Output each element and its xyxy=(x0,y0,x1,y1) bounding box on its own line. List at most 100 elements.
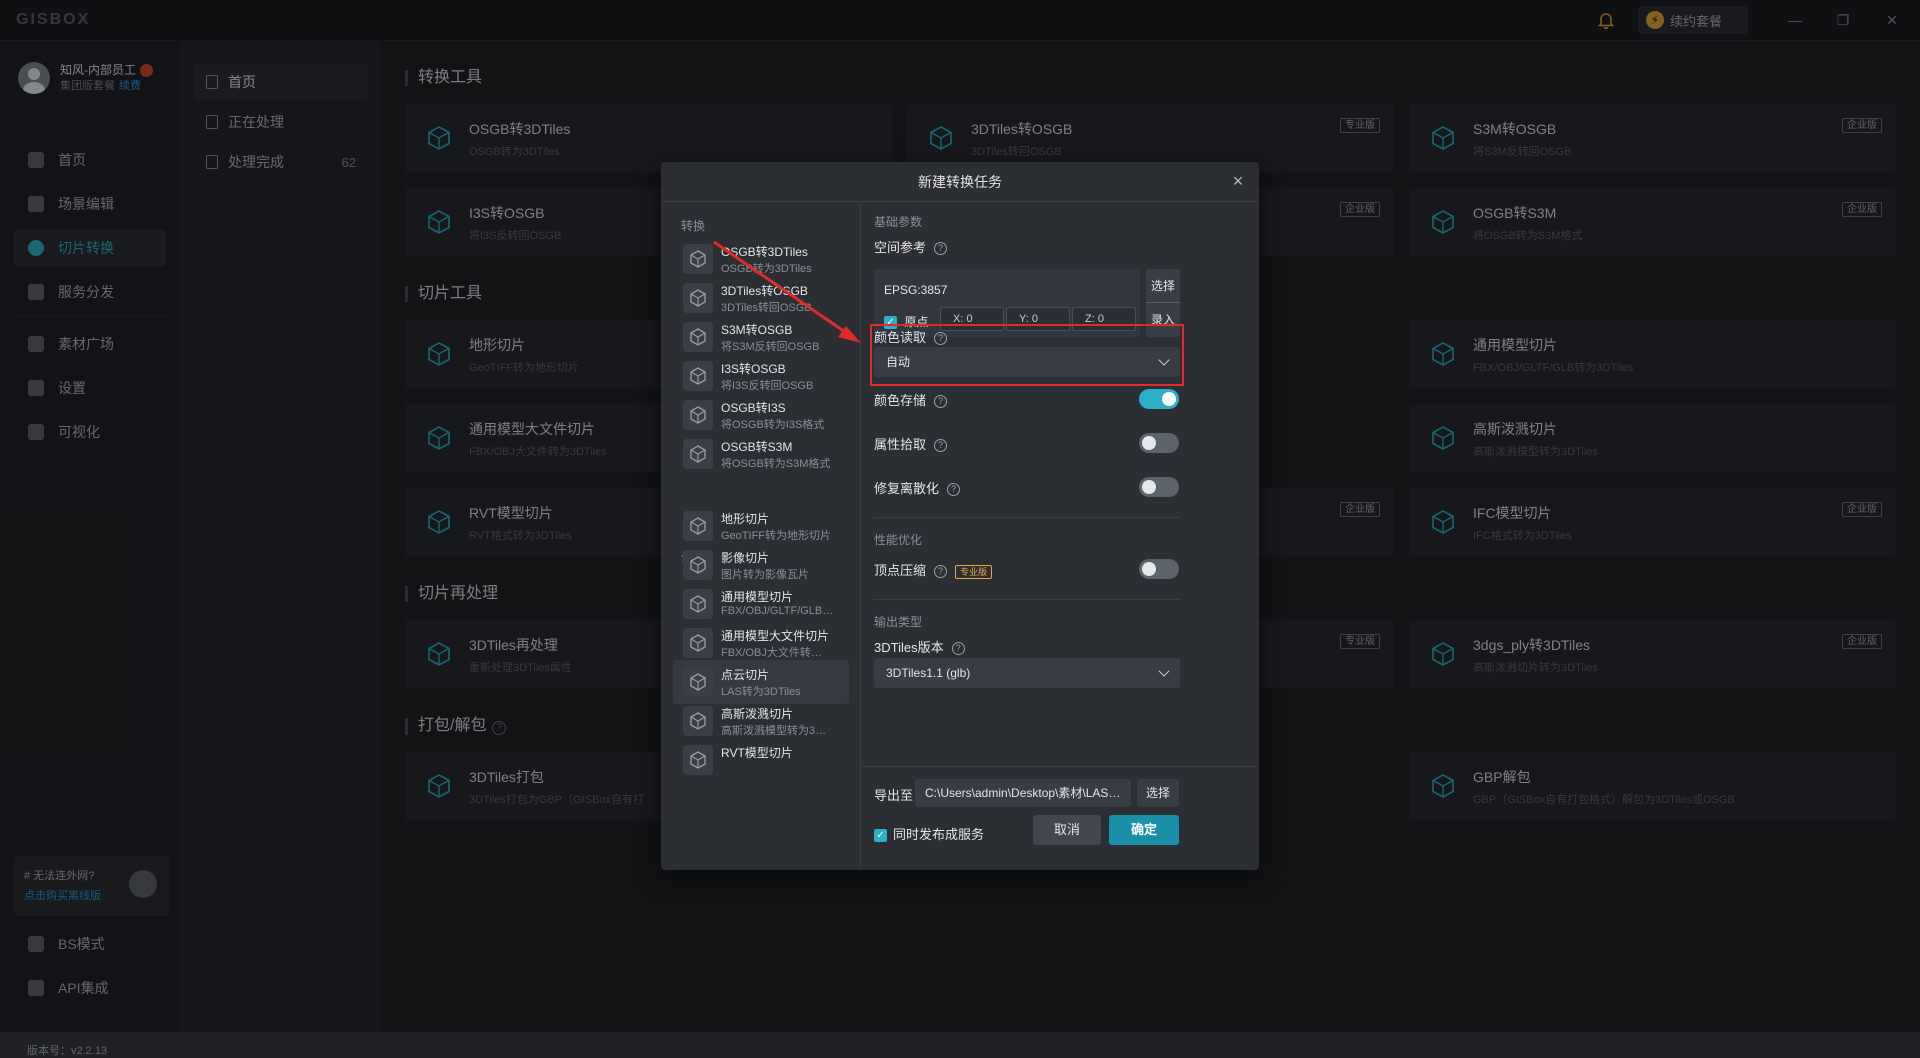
vertex-toggle[interactable] xyxy=(1139,559,1179,579)
task-type-item[interactable]: 影像切片图片转为影像瓦片 xyxy=(673,543,849,587)
task-type-desc: 图片转为影像瓦片 xyxy=(721,569,809,581)
task-type-title: OSGB转3DTiles xyxy=(721,245,808,259)
task-type-item[interactable]: 3DTiles转OSGB 3DTiles转回OSGB xyxy=(673,276,849,320)
task-type-icon xyxy=(683,706,713,736)
task-type-list: 转换 切片 OSGB转3DTilesOSGB转为3DTiles3DTiles转O… xyxy=(661,203,861,870)
repair-label: 修复离散化? xyxy=(874,478,961,497)
divider xyxy=(874,599,1180,600)
task-type-title: 3DTiles转OSGB xyxy=(721,284,808,298)
tiles-version-select[interactable]: 3DTiles1.1 (glb) xyxy=(874,658,1180,688)
attr-pick-label: 属性拾取? xyxy=(874,434,948,453)
basic-params-heading: 基础参数 xyxy=(874,215,923,229)
export-label: 导出至 xyxy=(874,788,914,803)
task-type-item[interactable]: 通用模型切片 FBX/OBJ/GLTF/GLB… xyxy=(673,582,849,626)
color-store-label: 颜色存储? xyxy=(874,390,948,409)
task-type-desc: 将OSGB转为S3M格式 xyxy=(721,458,831,470)
repair-text: 修复离散化 xyxy=(874,481,940,496)
cancel-button[interactable]: 取消 xyxy=(1033,815,1101,845)
color-store-toggle[interactable] xyxy=(1139,389,1179,409)
task-type-item[interactable]: 地形切片 GeoTIFF转为地形切片 xyxy=(673,504,849,548)
tiles-version-text: 3DTiles版本 xyxy=(874,640,944,655)
spatial-ref-label: 空间参考? xyxy=(874,237,948,256)
publish-checkbox[interactable]: ✓ 同时发布成服务 xyxy=(874,824,984,843)
group-label: 转换 xyxy=(681,219,706,233)
divider xyxy=(874,517,1180,518)
task-type-desc: LAS转为3DTiles xyxy=(721,686,801,698)
task-type-desc: 将I3S反转回OSGB xyxy=(721,380,814,392)
check-icon: ✓ xyxy=(874,829,887,843)
help-icon[interactable]: ? xyxy=(934,439,948,453)
task-settings: 基础参数 空间参考? EPSG:3857 ✓ 原点 X: 0 Y: 0 Z: 0… xyxy=(862,203,1259,870)
annotation-highlight-box xyxy=(870,324,1184,386)
help-icon[interactable]: ? xyxy=(934,565,948,579)
publish-label: 同时发布成服务 xyxy=(893,827,985,842)
task-type-icon xyxy=(683,589,713,619)
tiles-version-value: 3DTiles1.1 (glb) xyxy=(886,666,971,680)
task-type-item[interactable]: 点云切片 LAS转为3DTiles xyxy=(673,660,849,704)
task-type-desc: 将OSGB转为I3S格式 xyxy=(721,419,825,431)
task-type-desc: 高斯泼溅模型转为3… xyxy=(721,725,827,737)
task-type-icon xyxy=(683,550,713,580)
help-icon[interactable]: ? xyxy=(934,242,948,256)
tiles-version-label: 3DTiles版本? xyxy=(874,637,965,656)
task-type-icon xyxy=(683,322,713,352)
output-type-heading: 输出类型 xyxy=(874,615,923,629)
task-type-title: 高斯泼溅切片 xyxy=(721,707,794,721)
attr-pick-text: 属性拾取 xyxy=(874,437,927,452)
task-type-item[interactable]: OSGB转I3S 将OSGB转为I3S格式 xyxy=(673,393,849,437)
perf-heading: 性能优化 xyxy=(874,533,923,547)
help-icon[interactable]: ? xyxy=(951,642,965,656)
task-type-desc: FBX/OBJ/GLTF/GLB… xyxy=(721,605,834,617)
task-type-item[interactable]: OSGB转S3M 将OSGB转为S3M格式 xyxy=(673,432,849,476)
attr-pick-toggle[interactable] xyxy=(1139,433,1179,453)
spatial-ref-text: 空间参考 xyxy=(874,240,927,255)
help-icon[interactable]: ? xyxy=(947,483,961,497)
version-text: 版本号：v2.2.13 xyxy=(27,1045,108,1057)
task-type-icon xyxy=(683,400,713,430)
task-type-desc: FBX/OBJ大文件转… xyxy=(721,647,822,659)
task-type-desc: OSGB转为3DTiles xyxy=(721,263,812,275)
confirm-button[interactable]: 确定 xyxy=(1109,815,1179,845)
task-type-item[interactable]: OSGB转3DTiles OSGB转为3DTiles xyxy=(673,237,849,281)
vertex-text: 顶点压缩 xyxy=(874,563,927,578)
task-type-icon xyxy=(683,745,713,775)
task-type-item[interactable]: 通用模型大文件切片 FBX/OBJ大文件转… xyxy=(673,621,849,665)
close-icon[interactable]: × xyxy=(1229,172,1247,190)
epsg-value: EPSG:3857 xyxy=(884,283,948,297)
pro-badge: 专业版 xyxy=(955,564,993,579)
task-type-title: 通用模型大文件切片 xyxy=(721,629,830,643)
new-task-dialog: 新建转换任务 × 转换 切片 OSGB转3DTilesOSGB转为3DTiles… xyxy=(661,162,1259,870)
task-type-item[interactable]: I3S转OSGB 将I3S反转回OSGB xyxy=(673,354,849,398)
task-type-title: RVT模型切片 xyxy=(721,746,793,760)
task-type-icon xyxy=(683,628,713,658)
repair-toggle[interactable] xyxy=(1139,477,1179,497)
vertex-label: 顶点压缩? 专业版 xyxy=(874,560,993,579)
task-type-desc: GeoTIFF转为地形切片 xyxy=(721,530,832,542)
task-type-desc: 将S3M反转回OSGB xyxy=(721,341,820,353)
chevron-down-icon xyxy=(1158,665,1170,677)
export-path-input[interactable]: C:\Users\admin\Desktop\素材\LAS点云… xyxy=(915,779,1131,807)
select-button[interactable]: 选择 xyxy=(1146,269,1180,303)
task-type-desc: 3DTiles转回OSGB xyxy=(721,302,812,314)
help-icon[interactable]: ? xyxy=(934,395,948,409)
color-store-text: 颜色存储 xyxy=(874,393,927,408)
task-type-icon xyxy=(683,439,713,469)
dialog-title: 新建转换任务 xyxy=(661,162,1259,202)
export-select-button[interactable]: 选择 xyxy=(1137,779,1179,807)
task-type-title: I3S转OSGB xyxy=(721,362,786,376)
task-type-item[interactable]: S3M转OSGB 将S3M反转回OSGB xyxy=(673,315,849,359)
task-type-title: 影像切片 xyxy=(721,551,770,565)
task-type-icon xyxy=(683,667,713,697)
task-type-title: OSGB转I3S xyxy=(721,401,786,415)
task-type-item[interactable]: RVT模型切片 xyxy=(673,738,849,782)
task-type-title: S3M转OSGB xyxy=(721,323,793,337)
task-type-item[interactable]: 高斯泼溅切片高斯泼溅模型转为3… xyxy=(673,699,849,743)
task-type-icon xyxy=(683,361,713,391)
task-type-icon xyxy=(683,244,713,274)
task-type-title: OSGB转S3M xyxy=(721,440,793,454)
task-type-title: 通用模型切片 xyxy=(721,590,794,604)
task-type-title: 地形切片 xyxy=(721,512,770,526)
task-type-icon xyxy=(683,511,713,541)
task-type-icon xyxy=(683,283,713,313)
task-type-title: 点云切片 xyxy=(721,668,770,682)
